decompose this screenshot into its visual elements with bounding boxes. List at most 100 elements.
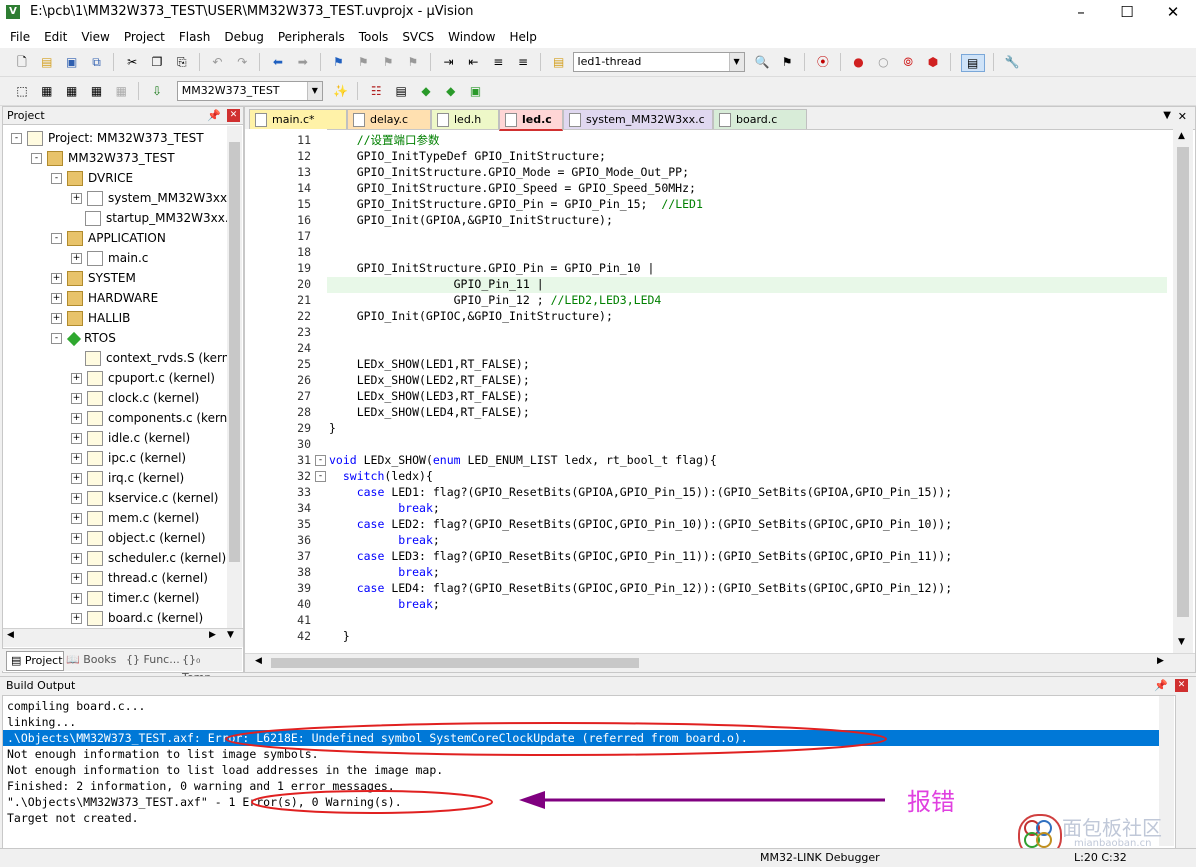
- tree-item[interactable]: + mem.c (kernel): [71, 508, 199, 528]
- copy-icon[interactable]: ❐: [149, 54, 165, 70]
- code-line[interactable]: LEDx_SHOW(LED3,RT_FALSE);: [329, 388, 530, 404]
- code-line[interactable]: GPIO_InitStructure.GPIO_Pin = GPIO_Pin_1…: [329, 260, 655, 276]
- build-icon[interactable]: ▦: [39, 83, 55, 99]
- collapse-icon[interactable]: -: [31, 153, 42, 164]
- code-line[interactable]: break;: [329, 596, 440, 612]
- editor-tab[interactable]: delay.c: [347, 109, 431, 129]
- scrollbar-thumb[interactable]: [271, 658, 639, 668]
- menu-help[interactable]: Help: [502, 26, 543, 44]
- clear-bookmarks-icon[interactable]: ⚑: [405, 54, 421, 70]
- code-line[interactable]: GPIO_Pin_12 ; //LED2,LED3,LED4: [329, 292, 662, 308]
- uncomment-icon[interactable]: ≡: [515, 54, 531, 70]
- tree-item[interactable]: + main.c: [71, 248, 148, 268]
- debug-session-icon[interactable]: ⦿: [815, 54, 831, 70]
- select-packs-icon[interactable]: ▤: [393, 83, 409, 99]
- prev-bookmark-icon[interactable]: ⚑: [355, 54, 371, 70]
- enable-breakpoint-icon[interactable]: ○: [875, 54, 891, 70]
- scrollbar-thumb[interactable]: [1177, 147, 1189, 617]
- tree-item[interactable]: + SYSTEM: [51, 268, 136, 288]
- close-button[interactable]: ✕: [1150, 0, 1196, 26]
- chevron-down-icon[interactable]: ▼: [728, 53, 744, 71]
- expand-icon[interactable]: +: [51, 293, 62, 304]
- expand-icon[interactable]: +: [51, 313, 62, 324]
- code-line[interactable]: GPIO_Init(GPIOC,&GPIO_InitStructure);: [329, 308, 613, 324]
- tree-horizontal-scrollbar[interactable]: ◀ ▶ ▼: [3, 628, 243, 647]
- menu-window[interactable]: Window: [441, 26, 502, 44]
- manage-project-items-icon[interactable]: ☷: [368, 83, 384, 99]
- chevron-down-icon[interactable]: ▼: [306, 82, 322, 100]
- code-line[interactable]: case LED1: flag?(GPIO_ResetBits(GPIOA,GP…: [329, 484, 952, 500]
- insert-breakpoint-icon[interactable]: ●: [851, 54, 867, 70]
- configure-icon[interactable]: 🔧: [1004, 54, 1020, 70]
- scrollbar-thumb[interactable]: [229, 142, 240, 562]
- editor-tab[interactable]: led.h: [431, 109, 499, 129]
- kill-breakpoints-icon[interactable]: ⬢: [925, 54, 941, 70]
- expand-icon[interactable]: +: [71, 433, 82, 444]
- disable-breakpoints-icon[interactable]: ⦾: [900, 54, 916, 70]
- tab-books[interactable]: 📖 Books: [66, 651, 116, 669]
- tree-item[interactable]: + object.c (kernel): [71, 528, 206, 548]
- scroll-left-icon[interactable]: ◀: [255, 656, 262, 666]
- editor-horizontal-scrollbar[interactable]: ◀ ▶: [245, 653, 1195, 672]
- code-line[interactable]: switch(ledx){: [329, 468, 433, 484]
- expand-icon[interactable]: +: [71, 533, 82, 544]
- menu-debug[interactable]: Debug: [217, 26, 270, 44]
- expand-icon[interactable]: +: [71, 573, 82, 584]
- event-recorder-icon[interactable]: ▣: [468, 83, 484, 99]
- collapse-icon[interactable]: -: [51, 333, 62, 344]
- tree-item[interactable]: + irq.c (kernel): [71, 468, 184, 488]
- stop-build-icon[interactable]: ▦: [113, 83, 129, 99]
- code-line[interactable]: void LEDx_SHOW(enum LED_ENUM_LIST ledx, …: [329, 452, 717, 468]
- menu-flash[interactable]: Flash: [172, 26, 217, 44]
- pin-icon[interactable]: 📌: [207, 107, 221, 124]
- tab-list-chevron-icon[interactable]: ▼: [1163, 110, 1171, 121]
- close-tab-icon[interactable]: ✕: [1178, 110, 1187, 123]
- code-line[interactable]: case LED4: flag?(GPIO_ResetBits(GPIOC,GP…: [329, 580, 952, 596]
- save-icon[interactable]: ▣: [64, 54, 80, 70]
- new-file-icon[interactable]: 🗋: [14, 54, 30, 70]
- editor-tab[interactable]: board.c: [713, 109, 807, 129]
- code-line[interactable]: case LED3: flag?(GPIO_ResetBits(GPIOC,GP…: [329, 548, 952, 564]
- tree-item[interactable]: + idle.c (kernel): [71, 428, 190, 448]
- tree-item[interactable]: + ipc.c (kernel): [71, 448, 186, 468]
- expand-icon[interactable]: +: [71, 413, 82, 424]
- undo-icon[interactable]: ↶: [209, 54, 225, 70]
- tree-item[interactable]: + HALLIB: [51, 308, 130, 328]
- expand-icon[interactable]: +: [71, 473, 82, 484]
- editor-tab[interactable]: led.c: [499, 109, 563, 131]
- code-line[interactable]: }: [329, 628, 350, 644]
- target-select[interactable]: MM32W373_TEST ▼: [176, 81, 323, 101]
- scroll-down-icon[interactable]: ▼: [227, 630, 234, 640]
- comment-icon[interactable]: ≡: [490, 54, 506, 70]
- expand-icon[interactable]: +: [71, 493, 82, 504]
- scroll-down-icon[interactable]: ▼: [1178, 637, 1185, 647]
- code-line[interactable]: case LED2: flag?(GPIO_ResetBits(GPIOC,GP…: [329, 516, 952, 532]
- scroll-right-icon[interactable]: ▶: [209, 630, 216, 640]
- tree-item[interactable]: + board.c (kernel): [71, 608, 203, 628]
- expand-icon[interactable]: +: [71, 593, 82, 604]
- collapse-icon[interactable]: -: [11, 133, 22, 144]
- tree-item[interactable]: + timer.c (kernel): [71, 588, 199, 608]
- code-line[interactable]: }: [329, 420, 336, 436]
- tree-item[interactable]: + kservice.c (kernel): [71, 488, 218, 508]
- load-download-icon[interactable]: ⇩: [149, 83, 165, 99]
- expand-icon[interactable]: +: [71, 453, 82, 464]
- code-line[interactable]: //设置端口参数: [329, 132, 440, 148]
- open-folder-icon[interactable]: ▤: [39, 54, 55, 70]
- expand-icon[interactable]: +: [71, 253, 82, 264]
- expand-icon[interactable]: +: [71, 553, 82, 564]
- collapse-icon[interactable]: -: [51, 233, 62, 244]
- menu-svcs[interactable]: SVCS: [395, 26, 441, 44]
- expand-icon[interactable]: +: [71, 393, 82, 404]
- tree-item[interactable]: + cpuport.c (kernel): [71, 368, 215, 388]
- menu-view[interactable]: View: [74, 26, 116, 44]
- tab-functions[interactable]: {} Func...: [126, 651, 180, 669]
- expand-icon[interactable]: +: [71, 613, 82, 624]
- code-line[interactable]: LEDx_SHOW(LED1,RT_FALSE);: [329, 356, 530, 372]
- expand-icon[interactable]: +: [71, 513, 82, 524]
- editor-vertical-scrollbar[interactable]: ▲ ▼: [1173, 129, 1193, 655]
- code-line[interactable]: GPIO_InitStructure.GPIO_Speed = GPIO_Spe…: [329, 180, 696, 196]
- maximize-button[interactable]: ☐: [1104, 0, 1150, 26]
- tree-item[interactable]: - APPLICATION: [51, 228, 166, 248]
- code-area[interactable]: //设置端口参数 GPIO_InitTypeDef GPIO_InitStruc…: [245, 129, 1173, 653]
